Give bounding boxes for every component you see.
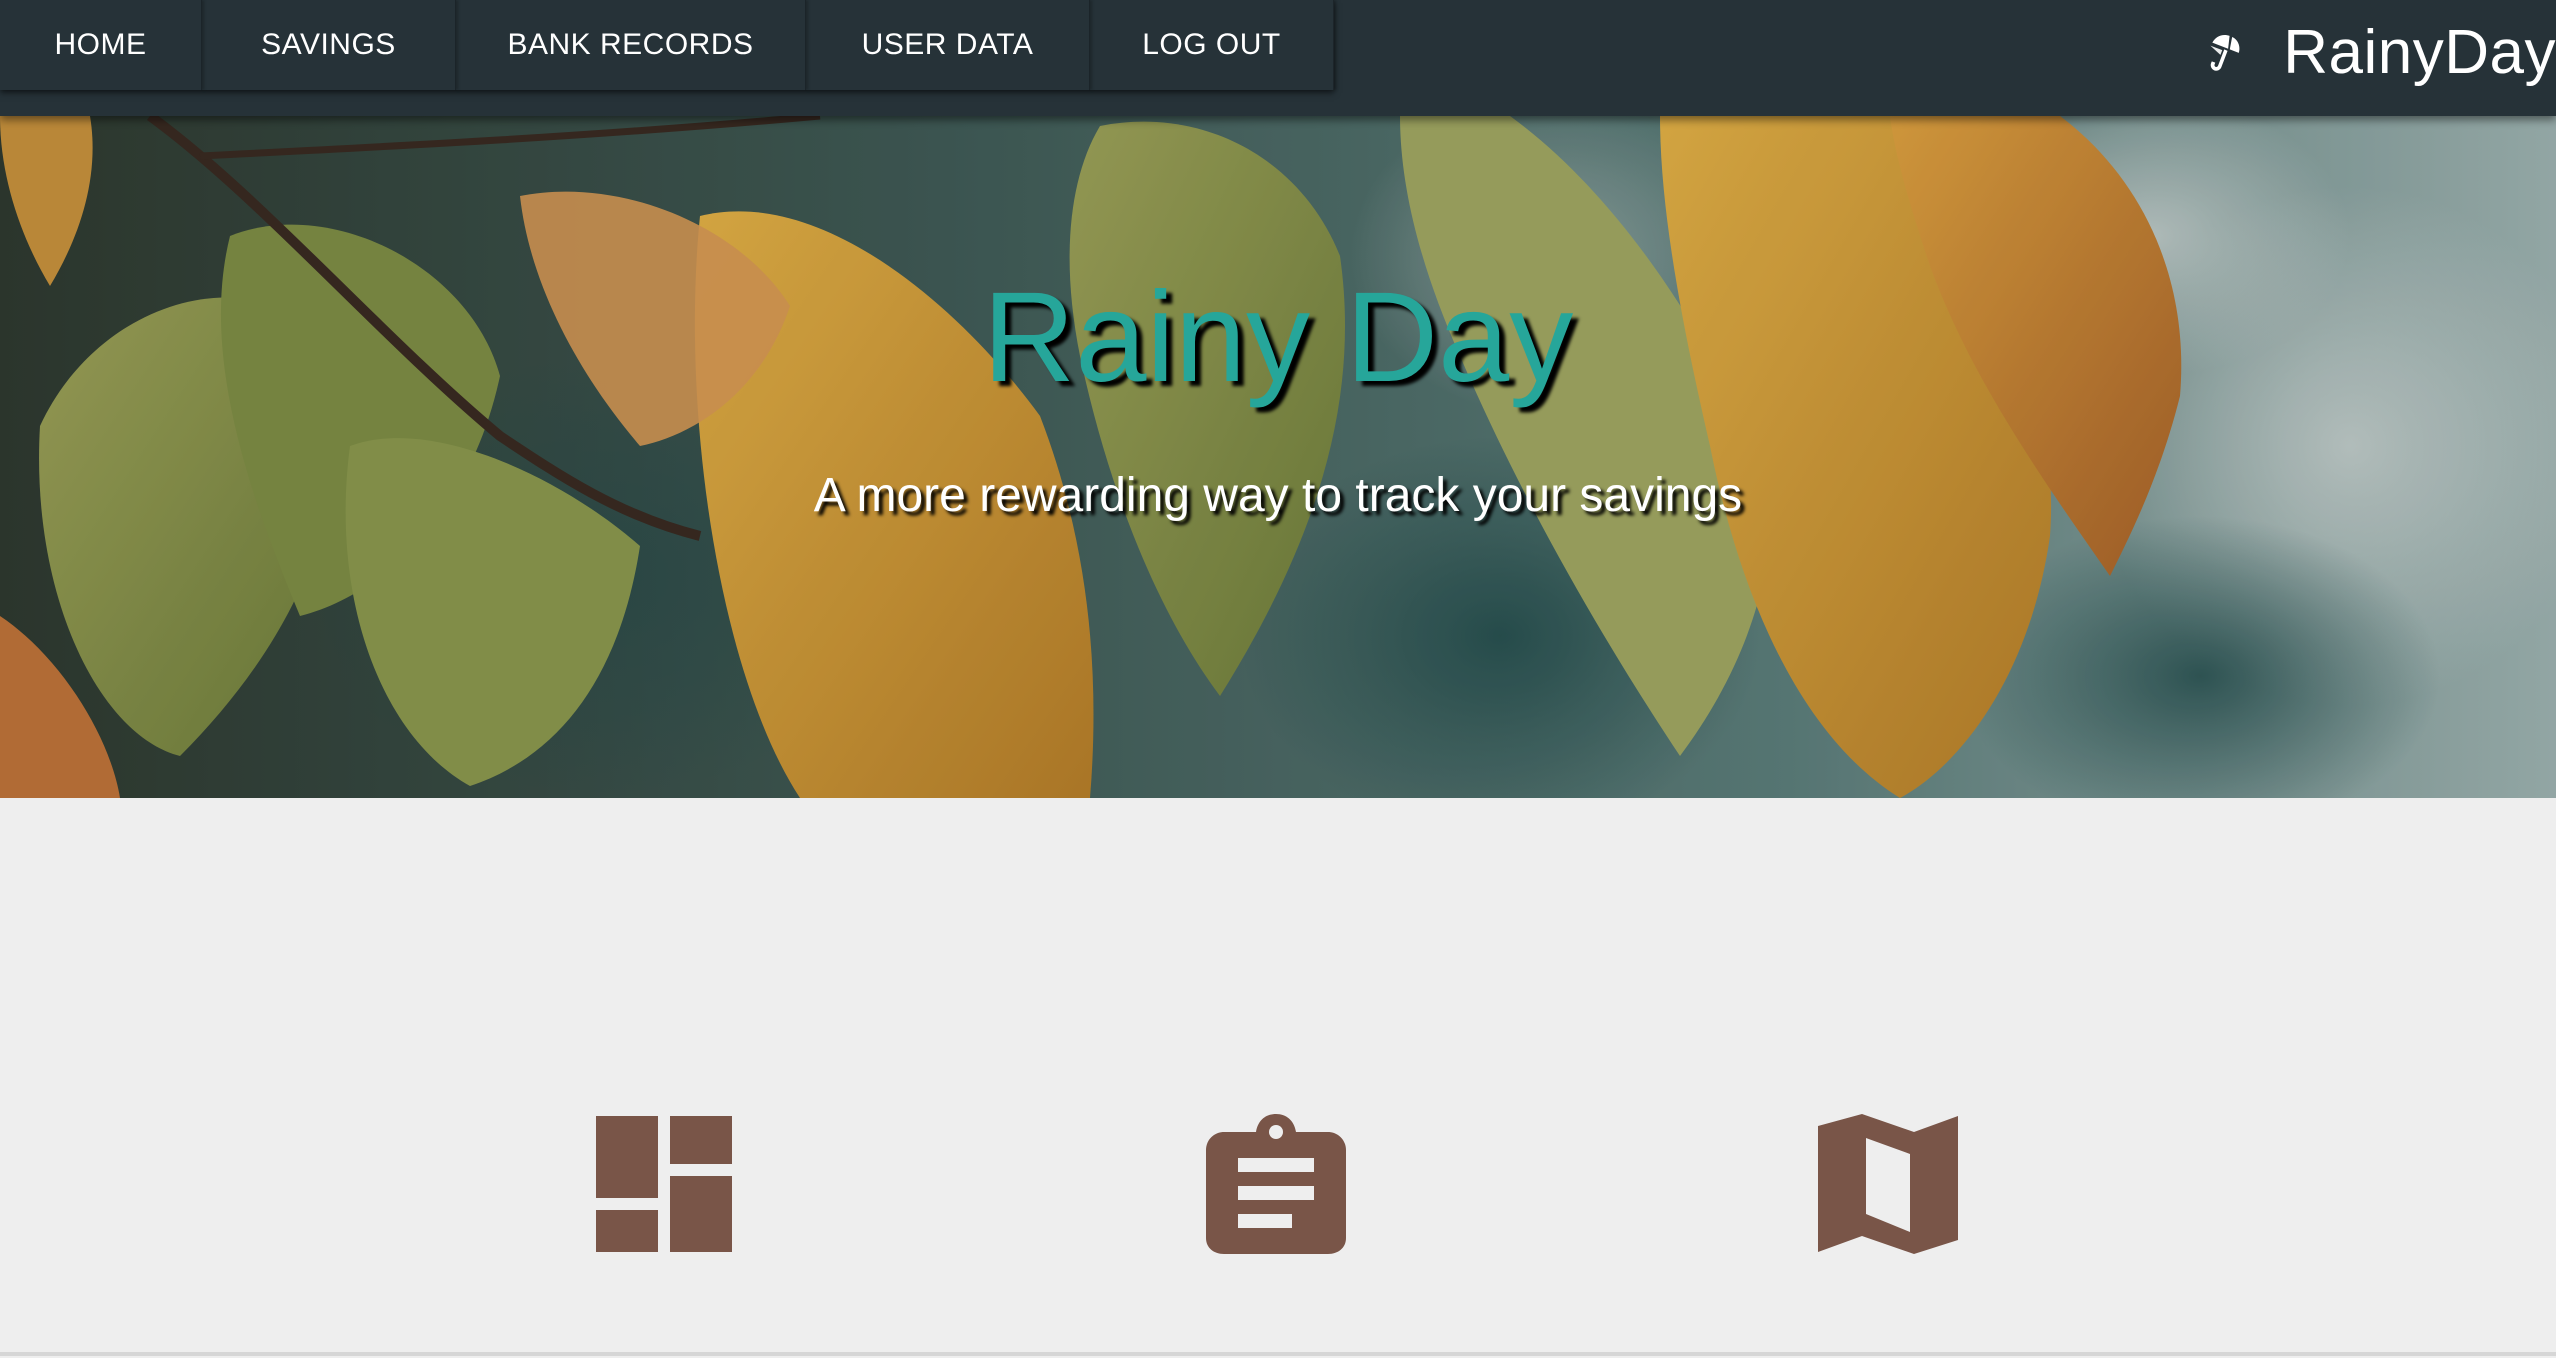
dashboard-icon bbox=[594, 1114, 734, 1254]
hero-background-image bbox=[0, 116, 2556, 798]
top-navbar: HOME SAVINGS BANK RECORDS USER DATA LOG … bbox=[0, 0, 2556, 116]
nav-item-user-data[interactable]: USER DATA bbox=[806, 0, 1090, 90]
features-section bbox=[0, 798, 2556, 1356]
hero-banner: Rainy Day A more rewarding way to track … bbox=[0, 116, 2556, 798]
map-icon bbox=[1818, 1114, 1958, 1254]
nav-item-home[interactable]: HOME bbox=[0, 0, 202, 90]
umbrella-icon bbox=[2203, 30, 2247, 74]
hero-title: Rainy Day bbox=[982, 266, 1574, 409]
clipboard-icon bbox=[1206, 1114, 1346, 1254]
brand-logo-link[interactable]: RainyDay bbox=[2203, 0, 2556, 104]
nav-item-savings[interactable]: SAVINGS bbox=[202, 0, 456, 90]
nav-item-bank-records[interactable]: BANK RECORDS bbox=[456, 0, 806, 90]
divider bbox=[0, 1352, 2556, 1356]
nav-item-log-out[interactable]: LOG OUT bbox=[1090, 0, 1334, 90]
hero-subtitle: A more rewarding way to track your savin… bbox=[813, 469, 1743, 522]
brand-name: RainyDay bbox=[2283, 17, 2556, 87]
nav-menu: HOME SAVINGS BANK RECORDS USER DATA LOG … bbox=[0, 0, 1334, 90]
